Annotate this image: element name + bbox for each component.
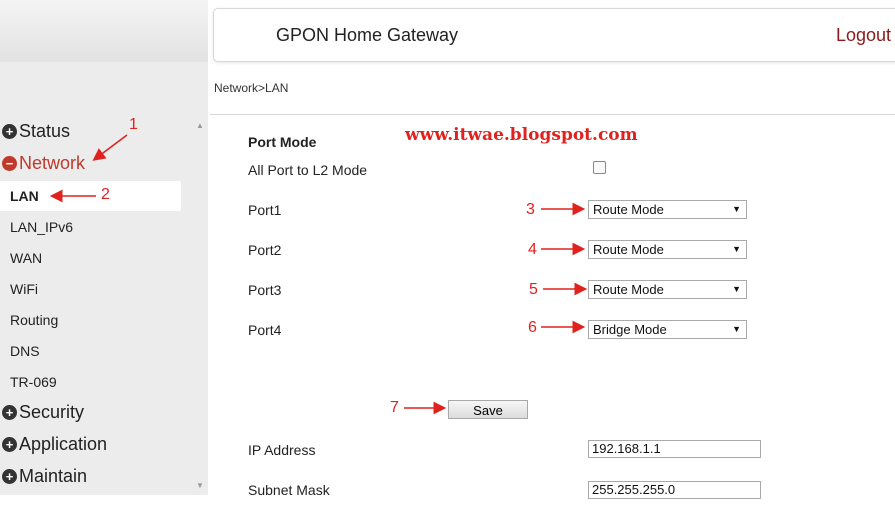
sidebar: ▲ ▼ + Status − Network LAN LAN_IPv6 WAN … [0,0,208,495]
annotation-3: 3 [526,201,535,218]
sidebar-item-tr069[interactable]: TR-069 [10,374,57,390]
subnet-mask-input[interactable]: 255.255.255.0 [588,481,761,499]
annotation-5: 5 [529,281,538,298]
annotation-2: 2 [101,186,110,203]
port2-label: Port2 [248,242,282,258]
port1-label: Port1 [248,202,282,218]
port3-value: Route Mode [593,282,664,297]
ip-address-label: IP Address [248,442,316,458]
sidebar-header [0,0,208,62]
port2-select[interactable]: Route Mode ▼ [588,240,747,259]
minus-circle-icon: − [2,155,17,171]
sidebar-item-label: Security [19,401,85,422]
sidebar-item-status[interactable]: + Status [2,119,70,143]
scroll-up-icon[interactable]: ▲ [196,121,204,130]
all-port-label: All Port to L2 Mode [248,162,368,178]
logout-link[interactable]: Logout [836,25,891,46]
sidebar-item-routing[interactable]: Routing [10,312,58,328]
sidebar-item-lan-ipv6[interactable]: LAN_IPv6 [10,219,73,235]
plus-circle-icon: + [2,436,17,452]
watermark: www.itwae.blogspot.com [405,125,638,145]
app-header: GPON Home Gateway Logout [213,8,895,62]
sidebar-item-lan[interactable]: LAN [0,181,181,211]
port4-value: Bridge Mode [593,322,667,337]
sidebar-item-maintain[interactable]: + Maintain [2,464,87,488]
annotation-6: 6 [528,319,537,336]
subnet-mask-label: Subnet Mask [248,482,330,498]
divider [210,114,895,115]
chevron-down-icon: ▼ [732,204,741,214]
scroll-down-icon[interactable]: ▼ [196,481,204,490]
port1-select[interactable]: Route Mode ▼ [588,200,747,219]
sidebar-item-label: Maintain [19,465,88,486]
save-button[interactable]: Save [448,400,528,419]
plus-circle-icon: + [2,123,17,139]
sidebar-item-label: Application [19,433,108,454]
all-port-checkbox[interactable] [593,161,606,174]
sidebar-item-network[interactable]: − Network [2,151,85,175]
annotation-4: 4 [528,241,537,258]
sidebar-item-dns[interactable]: DNS [10,343,40,359]
sidebar-item-label: Status [19,120,71,141]
chevron-down-icon: ▼ [732,324,741,334]
ip-address-input[interactable]: 192.168.1.1 [588,440,761,458]
port3-select[interactable]: Route Mode ▼ [588,280,747,299]
port3-label: Port3 [248,282,282,298]
plus-circle-icon: + [2,468,17,484]
port4-select[interactable]: Bridge Mode ▼ [588,320,747,339]
app-title: GPON Home Gateway [276,25,459,45]
sidebar-item-wifi[interactable]: WiFi [10,281,38,297]
sidebar-item-wan[interactable]: WAN [10,250,42,266]
sidebar-item-security[interactable]: + Security [2,400,84,424]
plus-circle-icon: + [2,404,17,420]
port2-value: Route Mode [593,242,664,257]
sidebar-item-label: Network [19,152,86,173]
chevron-down-icon: ▼ [732,244,741,254]
port1-value: Route Mode [593,202,664,217]
chevron-down-icon: ▼ [732,284,741,294]
annotation-1: 1 [129,116,138,133]
breadcrumb: Network>LAN [214,81,289,95]
annotation-7: 7 [390,399,399,416]
port-mode-title: Port Mode [248,134,317,150]
port4-label: Port4 [248,322,282,338]
sidebar-item-application[interactable]: + Application [2,432,107,456]
